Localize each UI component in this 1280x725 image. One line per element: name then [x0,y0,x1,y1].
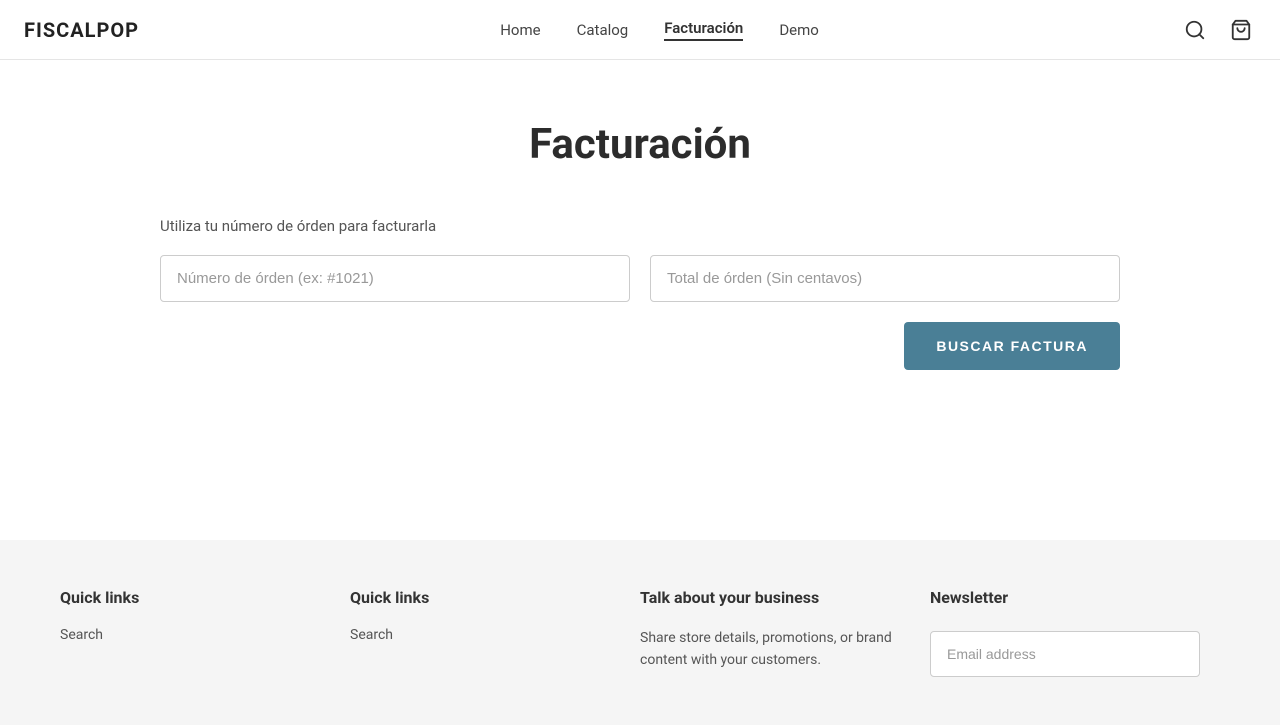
footer-search-link-1[interactable]: Search [60,627,330,643]
cart-icon-button[interactable] [1226,15,1256,45]
main-content: Facturación Utiliza tu número de órden p… [0,60,1280,540]
order-number-input[interactable] [160,255,630,302]
footer-search-link-2[interactable]: Search [350,627,620,643]
footer-col-1-title: Quick links [60,588,330,607]
nav-demo[interactable]: Demo [779,21,819,39]
footer-col-3: Talk about your business Share store det… [640,588,930,677]
order-total-input[interactable] [650,255,1120,302]
site-footer: Quick links Search Quick links Search Ta… [0,540,1280,725]
footer-col-3-title: Talk about your business [640,588,910,607]
footer-col-4-title: Newsletter [930,588,1200,607]
search-icon-button[interactable] [1180,15,1210,45]
footer-business-text: Share store details, promotions, or bran… [640,627,910,672]
factura-form-row [160,255,1120,302]
page-title: Facturación [160,120,1120,169]
nav-catalog[interactable]: Catalog [577,21,629,39]
site-header: FISCALPOP Home Catalog Facturación Demo [0,0,1280,60]
search-icon [1184,19,1206,41]
newsletter-email-input[interactable] [930,631,1200,677]
buscar-factura-button[interactable]: BUSCAR FACTURA [904,322,1120,370]
form-button-row: BUSCAR FACTURA [160,322,1120,370]
main-nav: Home Catalog Facturación Demo [500,19,819,41]
footer-col-2-title: Quick links [350,588,620,607]
form-subtitle: Utiliza tu número de órden para facturar… [160,217,1120,235]
footer-col-4: Newsletter [930,588,1220,677]
brand-logo[interactable]: FISCALPOP [24,18,139,42]
header-actions [1180,15,1256,45]
footer-col-1: Quick links Search [60,588,350,677]
footer-col-2: Quick links Search [350,588,640,677]
nav-facturacion[interactable]: Facturación [664,19,743,41]
nav-home[interactable]: Home [500,21,540,39]
cart-icon [1230,19,1252,41]
